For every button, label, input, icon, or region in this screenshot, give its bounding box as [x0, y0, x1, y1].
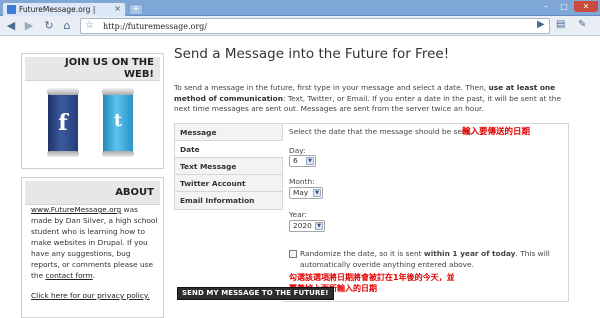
back-icon[interactable]: ◀: [4, 19, 18, 33]
year-select[interactable]: 2020 ▼: [289, 220, 325, 232]
twitter-mark: t: [113, 110, 123, 131]
tab-email-information[interactable]: Email Information: [175, 192, 282, 209]
join-block-header: JOIN US ON THE WEB!: [25, 57, 160, 81]
chevron-down-icon: ▼: [313, 189, 321, 197]
date-pane: Select the date that the message should …: [283, 123, 569, 302]
about-text: www.FutureMessage.org was made by Dan Si…: [31, 204, 159, 281]
url-text[interactable]: http://futuremessage.org/: [103, 22, 207, 31]
maximize-button[interactable]: □: [556, 1, 572, 12]
chevron-down-icon: ▼: [315, 222, 323, 230]
about-body-2: .: [92, 271, 96, 280]
forward-icon[interactable]: ▶: [22, 19, 36, 33]
day-label: Day:: [289, 146, 306, 155]
contact-form-link[interactable]: contact form: [45, 271, 92, 280]
reload-icon[interactable]: ↻: [42, 19, 56, 33]
month-value: May: [293, 188, 309, 197]
intro-text: To send a message in the future, first t…: [174, 83, 570, 115]
wrench-icon[interactable]: ✎: [578, 19, 586, 30]
randomize-part-1: Randomize the date, so it is sent: [300, 249, 424, 258]
about-title: ABOUT: [115, 187, 154, 198]
favicon-icon: [7, 5, 16, 14]
vertical-tabs: Message Date Text Message Twitter Accoun…: [174, 123, 283, 210]
day-value: 6: [293, 156, 298, 165]
title-bar: FutureMessage.org | × + – □ ✕: [0, 0, 600, 16]
browser-toolbar: ◀ ▶ ↻ ⌂ ☆ http://futuremessage.org/ ▶ ▤ …: [0, 16, 600, 36]
join-block: JOIN US ON THE WEB! f t: [21, 53, 164, 169]
facebook-mark: f: [58, 110, 68, 136]
randomize-bold: within 1 year of today: [423, 249, 516, 258]
month-select[interactable]: May ▼: [289, 187, 323, 199]
page-viewport: JOIN US ON THE WEB! f t ABOUT www.Future…: [0, 37, 600, 318]
home-icon[interactable]: ⌂: [60, 19, 74, 33]
chevron-down-icon: ▼: [306, 157, 314, 165]
about-body-1: was made by Dan Silver, a high school st…: [31, 205, 158, 280]
tab-close-icon[interactable]: ×: [114, 4, 121, 13]
tab-twitter-account[interactable]: Twitter Account: [175, 175, 282, 192]
tab-date[interactable]: Date: [175, 141, 283, 158]
join-title: JOIN US ON THE WEB!: [65, 57, 154, 80]
twitter-can-icon[interactable]: t: [102, 88, 134, 157]
annotation-randomize-1: 勾選該選項將日期將會被訂在1年後的今天，並: [289, 273, 455, 282]
intro-part-1: To send a message in the future, first t…: [174, 83, 489, 92]
day-select[interactable]: 6 ▼: [289, 155, 316, 167]
randomize-checkbox[interactable]: [289, 250, 297, 258]
browser-tab[interactable]: FutureMessage.org | ×: [2, 2, 126, 16]
minimize-button[interactable]: –: [538, 1, 554, 12]
send-message-button[interactable]: SEND MY MESSAGE TO THE FUTURE!: [177, 287, 334, 300]
go-icon[interactable]: ▶: [537, 19, 545, 30]
star-icon[interactable]: ☆: [85, 20, 94, 31]
page-menu-icon[interactable]: ▤: [556, 19, 565, 30]
about-block-header: ABOUT: [25, 181, 160, 205]
site-link[interactable]: www.FutureMessage.org: [31, 205, 121, 214]
year-value: 2020: [293, 221, 312, 230]
tab-text-message[interactable]: Text Message: [175, 158, 282, 175]
annotation-enter-date: 輸入要傳送的日期: [462, 127, 531, 137]
select-date-prompt: Select the date that the message should …: [289, 127, 472, 136]
tab-message[interactable]: Message: [175, 124, 282, 141]
month-label: Month:: [289, 177, 315, 186]
new-tab-button[interactable]: +: [129, 4, 143, 15]
facebook-can-icon[interactable]: f: [47, 88, 79, 157]
privacy-policy-link[interactable]: Click here for our privacy policy.: [31, 291, 150, 300]
year-label: Year:: [289, 210, 308, 219]
tab-title: FutureMessage.org |: [19, 5, 96, 14]
randomize-text: Randomize the date, so it is sent within…: [300, 249, 550, 270]
page-title: Send a Message into the Future for Free!: [174, 46, 450, 62]
address-bar[interactable]: ☆ http://futuremessage.org/: [80, 18, 550, 34]
close-window-button[interactable]: ✕: [574, 1, 598, 12]
